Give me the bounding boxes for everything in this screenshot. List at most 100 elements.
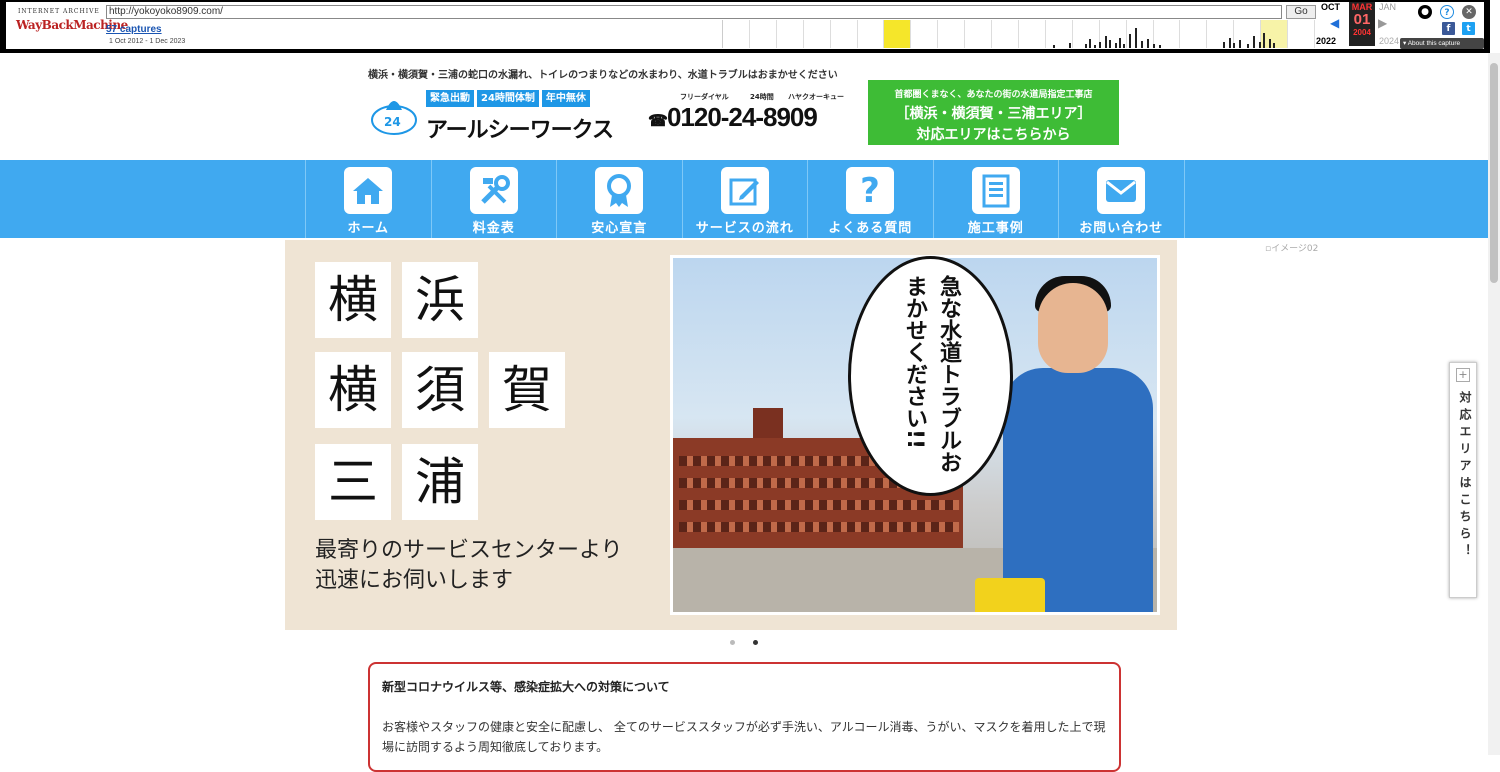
sparkline-year-cell[interactable] [804, 20, 831, 48]
sparkline-year-cell[interactable] [723, 20, 750, 48]
sparkline-capture-tick [1099, 42, 1101, 48]
sparkline-year-cell[interactable] [938, 20, 966, 48]
phone-label-24h: 24時間 [750, 93, 774, 101]
home-icon [344, 167, 392, 214]
broken-image-alt: イメージ02 [1271, 244, 1319, 254]
about-capture-button[interactable]: ▾ About this capture [1400, 38, 1484, 49]
broken-image: ▫イメージ02 [1265, 241, 1318, 254]
prev-year-label[interactable]: 2022 [1316, 36, 1336, 46]
document-icon [971, 167, 1020, 214]
sparkline-capture-tick [1109, 40, 1111, 48]
user-icon[interactable]: ● [1418, 5, 1432, 19]
sparkline-year-cell[interactable] [911, 20, 939, 48]
expand-icon[interactable]: + [1456, 368, 1470, 382]
capture-sparkline[interactable] [722, 20, 1315, 48]
sparkline-capture-tick [1269, 39, 1271, 48]
sparkline-year-cell[interactable] [831, 20, 858, 48]
prev-capture-arrow-icon[interactable]: ◀ [1330, 16, 1339, 30]
captures-link[interactable]: 57 captures [106, 24, 162, 35]
sparkline-capture-tick [1233, 43, 1235, 48]
award-icon [595, 167, 643, 214]
sparkline-capture-tick [1123, 44, 1125, 48]
sparkline-capture-tick [1253, 36, 1255, 48]
sparkline-year-cell[interactable] [858, 20, 885, 48]
mail-icon [1097, 167, 1145, 214]
main-nav: ホーム 料金表 安心宣言 サービスの流れ ? よくある質問 施工事例 お問い合わ… [0, 160, 1488, 238]
brand-name: アールシーワークス [426, 118, 614, 143]
nav-label-cases: 施工事例 [967, 221, 1024, 236]
area-side-tab[interactable]: + 対応エリアはこちら！ [1449, 362, 1477, 598]
badge-year-round: 年中無休 [541, 90, 590, 107]
sparkline-year-cell[interactable] [1154, 20, 1181, 48]
wayback-logo[interactable]: INTERNET ARCHIVE WayBackMachine [16, 8, 128, 42]
nav-item-flow[interactable]: サービスの流れ [683, 160, 808, 238]
sparkline-capture-tick [1223, 42, 1225, 48]
side-tab-label: 対応エリアはこちら！ [1458, 391, 1472, 561]
hero-kanji: 賀 [489, 352, 565, 428]
hero-line1: 最寄りのサービスセンターより [315, 538, 623, 563]
help-icon[interactable]: ? [1440, 5, 1454, 19]
badge-24h: 24時間体制 [477, 90, 539, 107]
notice-title: 新型コロナウイルス等、感染症拡大への対策について [382, 680, 670, 694]
site-tagline: 横浜・横須賀・三浦の蛇口の水漏れ、トイレのつまりなどの水まわり、水道トラブルはお… [368, 70, 838, 81]
current-capture-date: MAR 01 2004 [1349, 2, 1375, 46]
phone-number-text: 0120-24-8909 [666, 102, 818, 132]
sparkline-year-cell[interactable] [1019, 20, 1046, 48]
sparkline-year-cell[interactable] [1288, 20, 1315, 48]
hero-kanji: 須 [402, 352, 478, 428]
area-banner-button[interactable]: 首都圏くまなく、あなたの街の水道局指定工事店 ［横浜・横須賀・三浦エリア］ 対応… [868, 80, 1119, 145]
nav-label-pricing: 料金表 [472, 221, 515, 236]
slider-dot-1[interactable] [730, 640, 735, 645]
next-year-label[interactable]: 2024 [1379, 36, 1399, 46]
area-banner-line3: 対応エリアはこちらから [916, 127, 1071, 143]
sparkline-capture-tick [1153, 44, 1155, 48]
site-logo[interactable]: 24 緊急出動 24時間体制 年中無休 アールシーワークス [368, 88, 628, 143]
sparkline-capture-tick [1239, 40, 1241, 48]
wayback-url-input[interactable]: http://yokoyoko8909.com/ [106, 5, 1282, 19]
sparkline-capture-tick [1263, 33, 1265, 48]
sparkline-year-cell[interactable] [965, 20, 993, 48]
wayback-go-button[interactable]: Go [1286, 5, 1316, 19]
edit-icon [720, 167, 769, 214]
phone-icon: ☎ [648, 113, 668, 130]
next-month-label[interactable]: JAN [1379, 2, 1396, 12]
mascot-icon: 24 [371, 101, 417, 135]
next-capture-arrow-icon[interactable]: ▶ [1378, 16, 1387, 30]
sparkline-year-cell[interactable] [777, 20, 804, 48]
hero-line2: 迅速にお伺いします [315, 568, 514, 593]
current-year: 2004 [1353, 28, 1371, 37]
notice-body: お客様やスタッフの健康と安全に配慮し、 全てのサービススタッフが必ず手洗い、アル… [382, 720, 1106, 754]
scrollbar-thumb[interactable] [1490, 63, 1498, 283]
badge-emergency: 緊急出動 [426, 90, 474, 107]
close-icon[interactable]: ✕ [1462, 5, 1476, 19]
page-scrollbar[interactable] [1488, 53, 1500, 755]
sparkline-capture-tick [1089, 39, 1091, 48]
covid-notice: 新型コロナウイルス等、感染症拡大への対策について お客様やスタッフの健康と安全に… [368, 662, 1121, 772]
hero-kanji: 三 [315, 444, 391, 520]
capture-date-range: 1 Oct 2012 - 1 Dec 2023 [109, 38, 186, 45]
hero-slider[interactable]: 横 浜 横 須 賀 三 浦 最寄りのサービスセンターより 迅速にお伺いします [285, 240, 1177, 630]
nav-item-cases[interactable]: 施工事例 [934, 160, 1059, 238]
sparkline-year-cell[interactable] [992, 20, 1019, 48]
area-banner-line2: ［横浜・横須賀・三浦エリア］ [895, 106, 1092, 122]
phone-label-free: フリーダイヤル [680, 93, 729, 101]
nav-item-promise[interactable]: 安心宣言 [557, 160, 683, 238]
facebook-icon[interactable]: f [1442, 22, 1455, 35]
nav-item-pricing[interactable]: 料金表 [432, 160, 557, 238]
prev-month-label[interactable]: OCT [1321, 2, 1340, 12]
sparkline-year-cell[interactable] [1180, 20, 1208, 48]
sparkline-capture-tick [1159, 45, 1161, 48]
slider-dot-2[interactable] [753, 640, 758, 645]
sparkline-year-cell[interactable] [750, 20, 777, 48]
hero-kanji: 浦 [402, 444, 478, 520]
sparkline-capture-tick [1141, 41, 1143, 48]
nav-item-contact[interactable]: お問い合わせ [1059, 160, 1185, 238]
nav-item-home[interactable]: ホーム [306, 160, 432, 238]
phone-number: ☎0120-24-8909 [648, 102, 818, 133]
hero-kanji: 横 [315, 352, 391, 428]
twitter-icon[interactable]: t [1462, 22, 1475, 35]
nav-item-faq[interactable]: ? よくある質問 [808, 160, 934, 238]
sparkline-capture-tick [1135, 28, 1137, 48]
phone-number-block[interactable]: フリーダイヤル 24時間 ハヤクオーキュー ☎0120-24-8909 [648, 92, 848, 136]
sparkline-year-cell[interactable] [884, 20, 912, 48]
